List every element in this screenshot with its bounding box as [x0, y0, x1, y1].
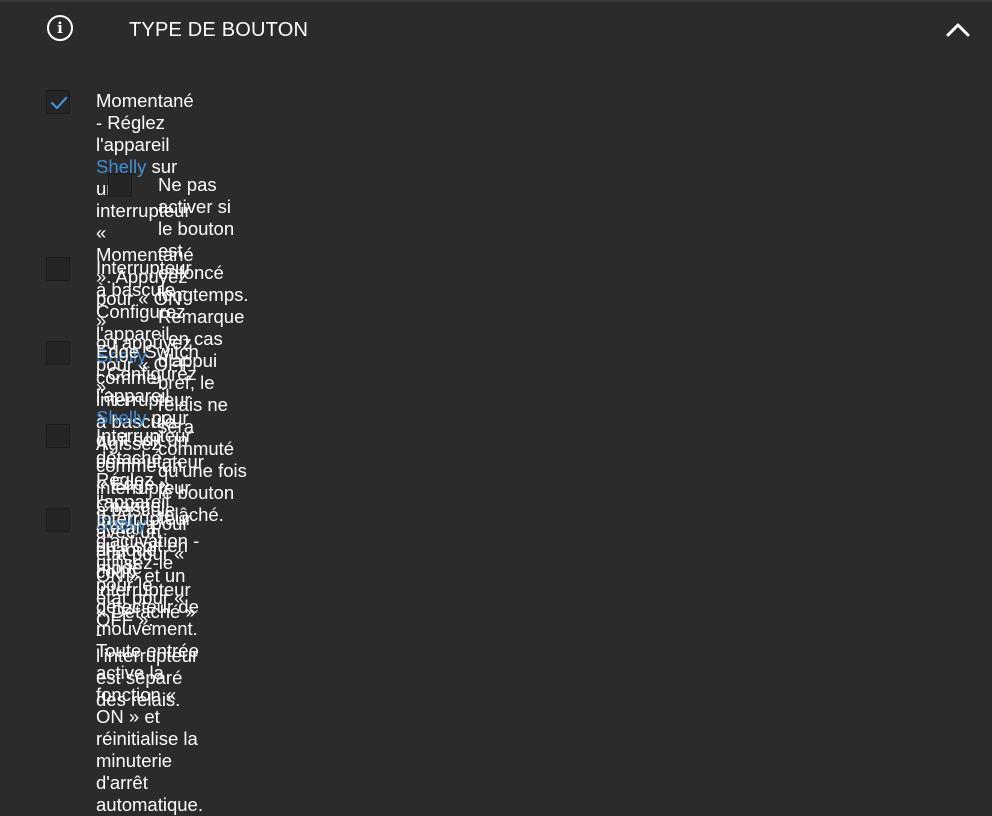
checkbox-detache[interactable] [46, 424, 70, 448]
section-title: TYPE DE BOUTON [129, 19, 309, 41]
checkbox-momentane[interactable] [46, 90, 70, 114]
checkbox-edge-switch[interactable] [46, 341, 70, 365]
checkbox-bascule[interactable] [46, 257, 70, 281]
checkmark-icon [50, 96, 68, 110]
chevron-up-icon[interactable] [944, 18, 972, 40]
info-icon[interactable]: i [47, 15, 73, 41]
option-label-activation: Interrupteur d'activation - utilisez-le … [96, 508, 203, 815]
checkbox-long-press[interactable] [108, 173, 132, 197]
section-header[interactable]: i TYPE DE BOUTON [0, 2, 992, 54]
checkbox-activation[interactable] [46, 508, 70, 532]
